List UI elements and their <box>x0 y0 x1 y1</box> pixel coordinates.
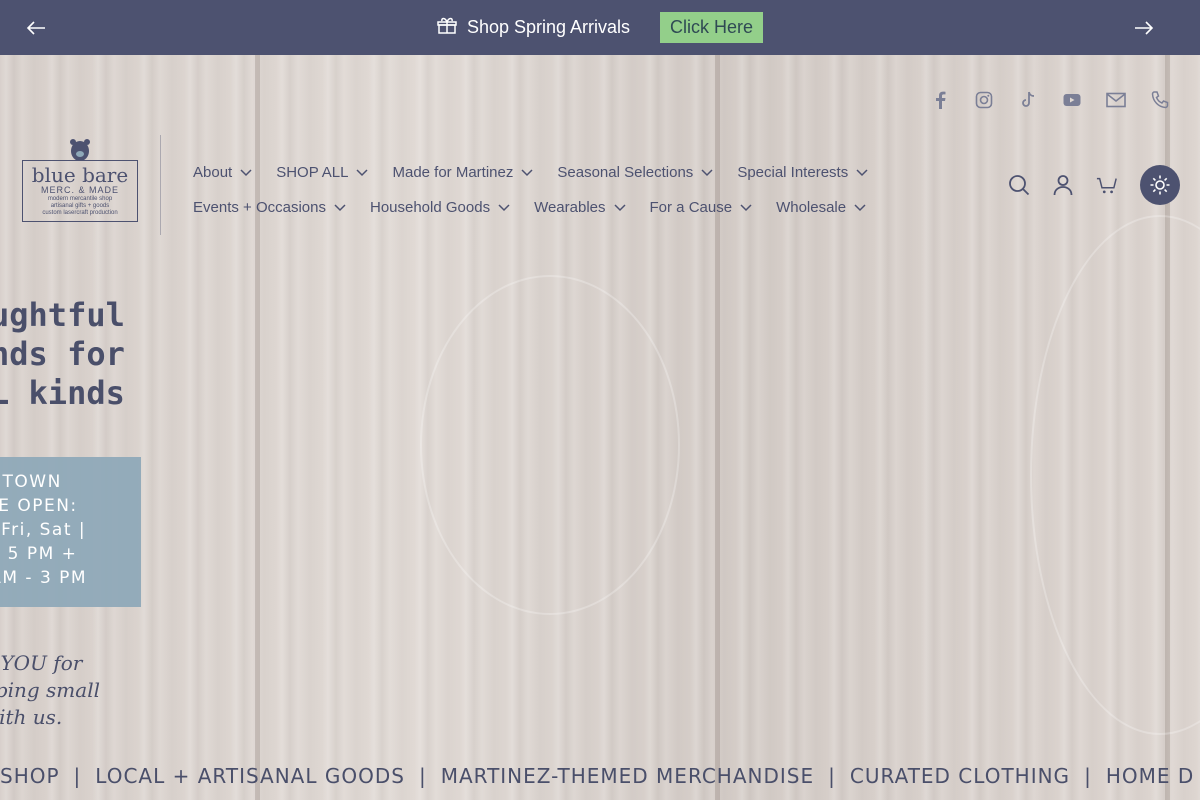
cart-icon[interactable] <box>1096 174 1118 196</box>
logo-wordmark: blue bare MERC. & MADE modern mercantile… <box>22 160 138 222</box>
wood-knot <box>1030 215 1200 735</box>
phone-icon[interactable] <box>1150 90 1170 110</box>
logo-tagline: custom lasercraft production <box>42 210 118 216</box>
brand-logo[interactable]: blue bare MERC. & MADE modern mercantile… <box>22 138 138 222</box>
store-hours-text: WNTOWN ORE OPEN: s., Fri, Sat | M - 5 PM… <box>0 472 88 588</box>
announcement-message: Shop Spring Arrivals Click Here <box>437 12 764 43</box>
nav-item-about[interactable]: About <box>193 164 252 181</box>
logo-tagline: modern mercantile shop <box>47 196 113 202</box>
nav-label: For a Cause <box>649 199 733 216</box>
chevron-down-icon <box>521 168 533 176</box>
nav-item-for-a-cause[interactable]: For a Cause <box>650 199 753 216</box>
nav-label: SHOP ALL <box>276 164 349 181</box>
account-icon[interactable] <box>1052 174 1074 196</box>
chevron-down-icon <box>498 203 510 211</box>
previous-arrow-icon[interactable] <box>25 17 47 39</box>
chevron-down-icon <box>854 203 866 211</box>
main-navigation: About SHOP ALL Made for Martinez Seasona… <box>193 155 893 225</box>
sun-icon <box>1150 175 1170 195</box>
nav-label: Seasonal Selections <box>557 164 694 181</box>
nav-row: Events + Occasions Household Goods Weara… <box>193 190 893 225</box>
nav-label: Household Goods <box>369 199 491 216</box>
next-arrow-icon[interactable] <box>1133 17 1155 39</box>
bear-logo-icon <box>69 138 91 162</box>
logo-name: blue bare <box>31 163 129 187</box>
header-divider <box>160 135 161 235</box>
nav-item-wearables[interactable]: Wearables <box>534 199 626 216</box>
tiktok-icon[interactable] <box>1018 90 1038 110</box>
youtube-icon[interactable] <box>1062 90 1082 110</box>
nav-label: Wearables <box>534 199 606 216</box>
announcement-text: Shop Spring Arrivals <box>466 17 631 37</box>
chevron-down-icon <box>701 168 713 176</box>
click-here-button[interactable]: Click Here <box>660 12 764 43</box>
nav-item-events-occasions[interactable]: Events + Occasions <box>193 199 346 216</box>
chevron-down-icon <box>356 168 369 176</box>
marquee-separator: | <box>828 764 836 788</box>
nav-item-wholesale[interactable]: Wholesale <box>776 199 866 216</box>
nav-item-shop-all[interactable]: SHOP ALL <box>276 164 369 181</box>
email-icon[interactable] <box>1106 90 1126 110</box>
nav-label: Made for Martinez <box>392 164 514 181</box>
marquee-item: LOCAL + ARTISANAL GOODS <box>95 764 405 788</box>
logo-tagline: artisanal gifts + goods <box>50 203 110 209</box>
marquee-separator: | <box>1084 764 1092 788</box>
social-links <box>930 90 1170 110</box>
wood-knot <box>420 275 680 615</box>
nav-item-made-for-martinez[interactable]: Made for Martinez <box>392 164 533 181</box>
header-actions <box>1008 165 1180 205</box>
chevron-down-icon <box>613 203 626 211</box>
nav-item-seasonal-selections[interactable]: Seasonal Selections <box>557 164 713 181</box>
nav-label: About <box>193 164 233 181</box>
facebook-icon[interactable] <box>930 90 950 110</box>
theme-toggle-button[interactable] <box>1140 165 1180 205</box>
chevron-down-icon <box>240 168 252 176</box>
chevron-down-icon <box>740 203 752 211</box>
nav-label: Wholesale <box>776 199 847 216</box>
marquee-item: MARTINEZ-THEMED MERCHANDISE <box>440 764 815 788</box>
chevron-down-icon <box>856 168 868 176</box>
marquee-item: SHOP <box>0 764 60 788</box>
nav-label: Special Interests <box>737 164 849 181</box>
instagram-icon[interactable] <box>974 90 994 110</box>
announcement-bar: Shop Spring Arrivals Click Here <box>0 0 1200 55</box>
chevron-down-icon <box>334 203 346 211</box>
search-icon[interactable] <box>1008 174 1030 196</box>
gift-box-icon <box>437 16 457 39</box>
nav-row: About SHOP ALL Made for Martinez Seasona… <box>193 155 893 190</box>
nav-item-household-goods[interactable]: Household Goods <box>370 199 510 216</box>
nav-item-special-interests[interactable]: Special Interests <box>737 164 868 181</box>
marquee-item: CURATED CLOTHING <box>849 764 1071 788</box>
thank-you-message: k YOU for pping small with us. <box>0 651 100 729</box>
category-marquee: SHOP | LOCAL + ARTISANAL GOODS | MARTINEZ-TH… <box>0 764 1200 790</box>
marquee-item: HOME D <box>1105 764 1195 788</box>
marquee-separator: | <box>418 764 427 788</box>
nav-label: Events + Occasions <box>193 199 326 216</box>
hero-tagline: ughtful nds for L kinds <box>0 296 125 412</box>
marquee-separator: | <box>73 764 82 788</box>
